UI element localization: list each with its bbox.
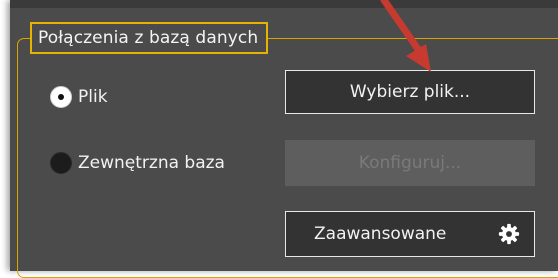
radio-file-indicator[interactable]	[50, 86, 72, 108]
radio-external-db-indicator[interactable]	[50, 152, 72, 174]
radio-option-external-db[interactable]: Zewnętrzna baza	[50, 152, 225, 174]
advanced-label: Zaawansowane	[314, 224, 447, 244]
settings-panel: Połączenia z bazą danych Plik Zewnętrzna…	[10, 0, 558, 278]
group-title: Połączenia z bazą danych	[30, 22, 269, 54]
gear-icon	[498, 223, 520, 245]
radio-external-db-label: Zewnętrzna baza	[78, 153, 225, 173]
radio-file-label: Plik	[78, 87, 108, 107]
configure-label: Konfiguruj...	[358, 153, 462, 173]
annotation-arrow	[380, 0, 431, 72]
advanced-button[interactable]: Zaawansowane	[285, 211, 535, 257]
configure-button[interactable]: Konfiguruj...	[285, 140, 535, 186]
radio-option-file[interactable]: Plik	[50, 86, 108, 108]
panel-top-strip	[10, 0, 558, 8]
choose-file-button[interactable]: Wybierz plik...	[285, 70, 535, 114]
choose-file-label: Wybierz plik...	[349, 82, 471, 102]
